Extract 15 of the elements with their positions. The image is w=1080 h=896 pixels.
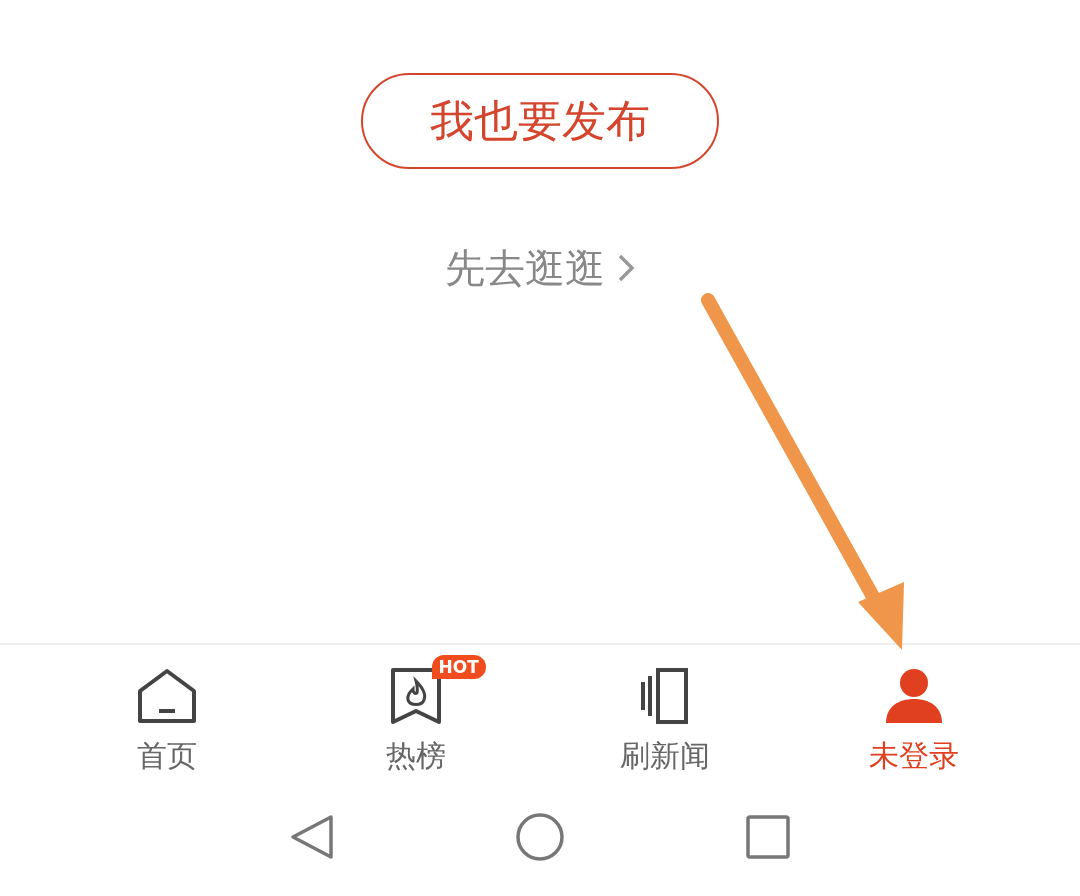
home-circle-icon[interactable] [515, 812, 565, 862]
tab-item[interactable]: 首页 [42, 645, 291, 790]
home-icon [136, 667, 197, 725]
back-icon[interactable] [289, 814, 335, 860]
tab-item[interactable]: 刷新闻 [540, 645, 789, 790]
hot-badge: HOT [431, 655, 486, 679]
pages-icon [639, 667, 690, 725]
chevron-right-icon [617, 253, 635, 283]
person-icon [883, 667, 944, 725]
tab-item[interactable]: 未登录 [789, 645, 1038, 790]
tab-item[interactable]: HOT 热榜 [291, 645, 540, 790]
flame-icon [389, 667, 442, 725]
square-icon[interactable] [745, 814, 791, 860]
publish-button[interactable]: 我也要发布 [361, 73, 719, 169]
browse-link[interactable]: 先去逛逛 [445, 238, 635, 298]
